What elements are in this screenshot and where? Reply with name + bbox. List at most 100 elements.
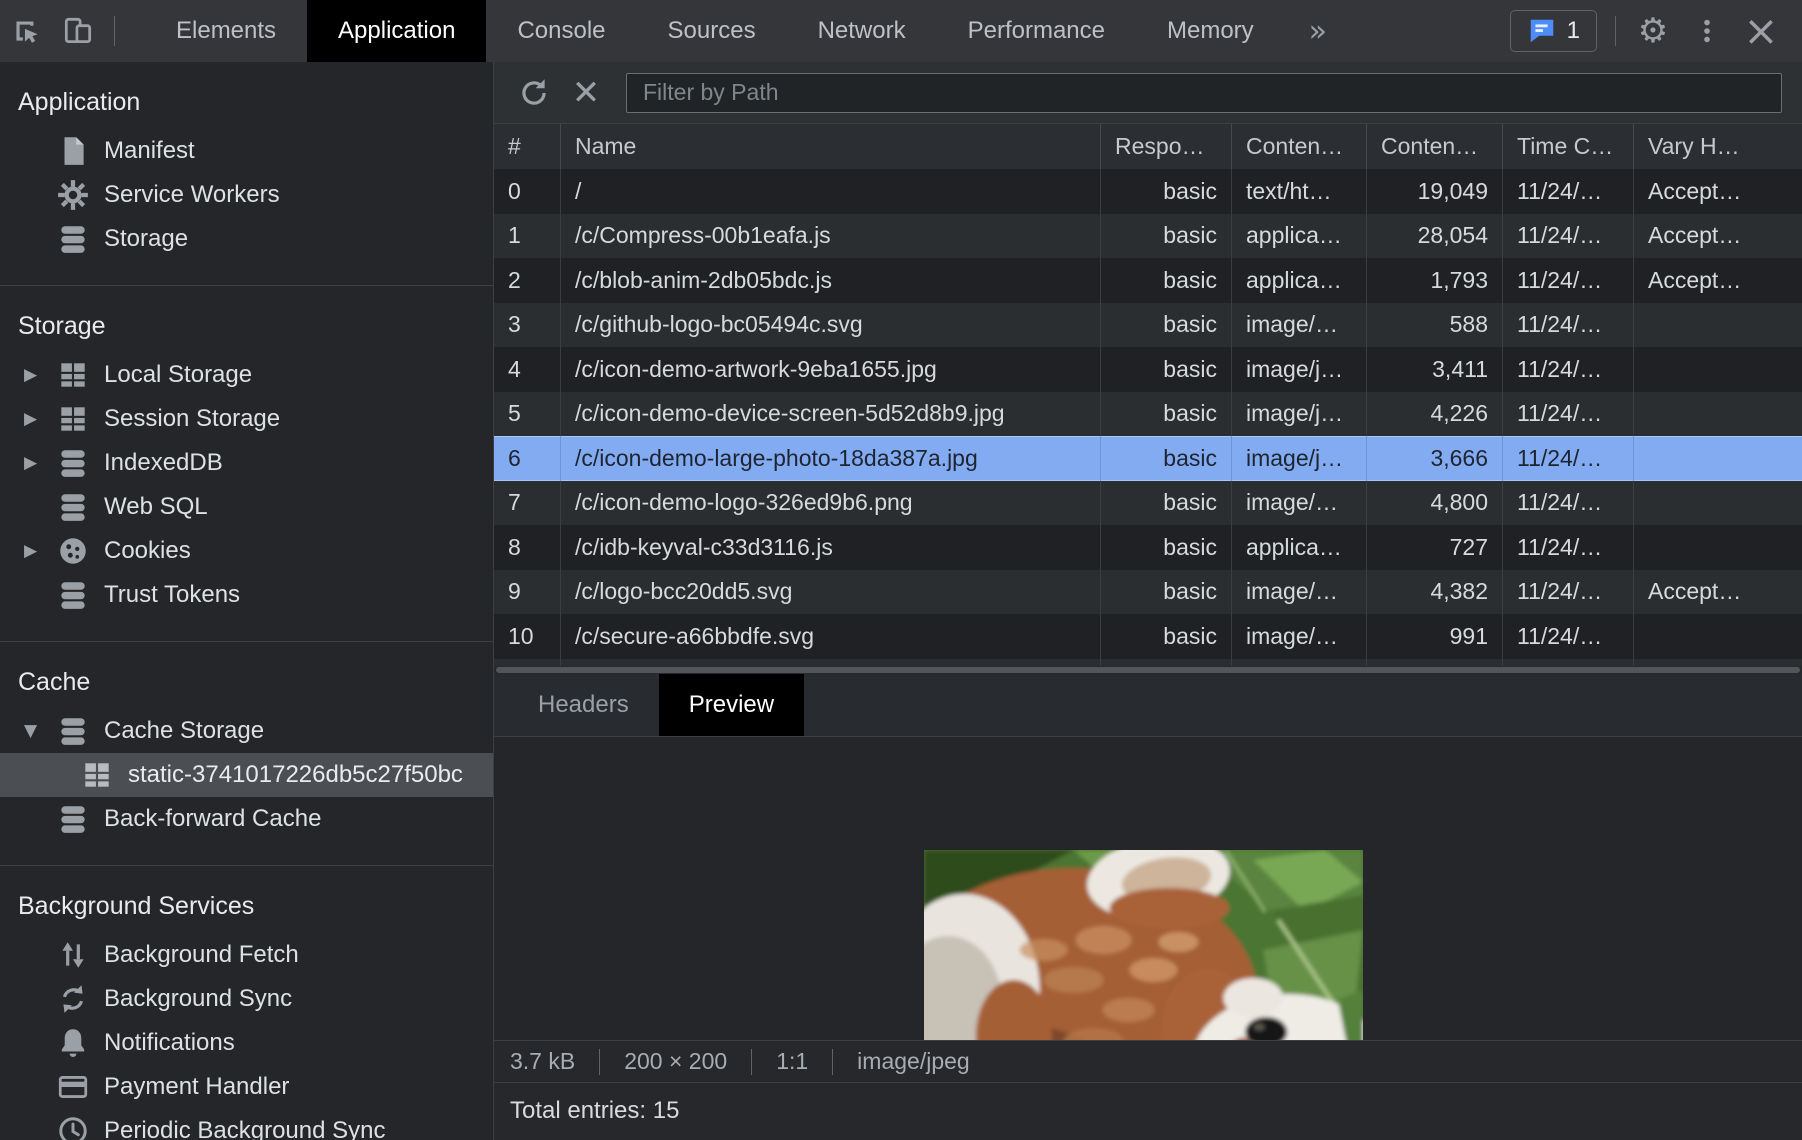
issues-button[interactable]: 1 (1510, 10, 1597, 52)
section-storage: Storage ▶ Local Storage ▶ Session Storag… (0, 286, 493, 642)
tab-application[interactable]: Application (307, 0, 486, 62)
table-row[interactable]: 3 /c/github-logo-bc05494c.svg basic imag… (494, 303, 1802, 348)
document-icon (56, 134, 90, 168)
sidebar-item-trust-tokens[interactable]: Trust Tokens (0, 573, 493, 617)
cell-content-length: 4,800 (1367, 481, 1503, 526)
sidebar-item-notifications[interactable]: Notifications (0, 1021, 493, 1065)
clear-icon[interactable]: ✕ (560, 73, 612, 113)
tab-elements[interactable]: Elements (145, 0, 307, 62)
cell-vary-header (1634, 347, 1802, 392)
table-row[interactable]: 5 /c/icon-demo-device-screen-5d52d8b9.jp… (494, 392, 1802, 437)
status-divider (751, 1049, 752, 1075)
inspect-element-button[interactable] (0, 0, 52, 62)
cell-content-length: 19,049 (1367, 169, 1503, 214)
tab-console[interactable]: Console (486, 0, 636, 62)
cell-content-length: 4,226 (1367, 392, 1503, 437)
sidebar-item-label: Local Storage (104, 361, 252, 389)
table-row-selected[interactable]: 6 /c/icon-demo-large-photo-18da387a.jpg … (494, 436, 1802, 481)
cell-index: 2 (494, 258, 561, 303)
tab-performance[interactable]: Performance (937, 0, 1136, 62)
cell-response-type: basic (1101, 570, 1232, 615)
cell-content-length: 3,666 (1367, 436, 1503, 481)
tab-network[interactable]: Network (787, 0, 937, 62)
table-row[interactable]: 4 /c/icon-demo-artwork-9eba1655.jpg basi… (494, 347, 1802, 392)
sidebar-item-cookies[interactable]: ▶ Cookies (0, 529, 493, 573)
table-row[interactable]: 10 /c/secure-a66bbdfe.svg basic image/… … (494, 614, 1802, 659)
tab-sources[interactable]: Sources (637, 0, 787, 62)
table-row[interactable]: 9 /c/logo-bcc20dd5.svg basic image/… 4,3… (494, 570, 1802, 615)
cell-content-length: 588 (1367, 303, 1503, 348)
scrollbar-thumb[interactable] (496, 667, 1800, 673)
settings-gear-icon[interactable]: ⚙ (1626, 11, 1680, 51)
cell-index: 0 (494, 169, 561, 214)
disclosure-collapsed-icon[interactable]: ▶ (24, 453, 56, 473)
refresh-icon (517, 76, 551, 110)
table-row[interactable]: 11 /c/simple-253b2cd5.svg basic image/… … (494, 659, 1802, 667)
sidebar-item-cache-static[interactable]: static-3741017226db5c27f50bc (0, 753, 493, 797)
sidebar-item-storage[interactable]: Storage (0, 217, 493, 261)
sidebar-item-label: Storage (104, 225, 188, 253)
cell-response-type: basic (1101, 436, 1232, 481)
refresh-button[interactable] (508, 76, 560, 110)
disclosure-collapsed-icon[interactable]: ▶ (24, 409, 56, 429)
cell-vary-header (1634, 392, 1802, 437)
cell-content-length: 377 (1367, 659, 1503, 667)
column-header-index[interactable]: # (494, 124, 561, 169)
database-icon (56, 446, 90, 480)
toolbar-divider (114, 16, 115, 46)
sidebar-item-web-sql[interactable]: Web SQL (0, 485, 493, 529)
toggle-device-toolbar-button[interactable] (52, 0, 104, 62)
close-devtools-icon[interactable]: × (1734, 10, 1788, 52)
filter-by-path-input[interactable] (626, 73, 1782, 113)
sidebar-item-background-sync[interactable]: Background Sync (0, 977, 493, 1021)
cell-index: 8 (494, 525, 561, 570)
table-row[interactable]: 0 / basic text/ht… 19,049 11/24/… Accept… (494, 169, 1802, 214)
horizontal-scrollbar[interactable] (494, 666, 1802, 674)
tab-memory[interactable]: Memory (1136, 0, 1285, 62)
sidebar-item-label: IndexedDB (104, 449, 223, 477)
column-header-vary-header[interactable]: Vary H… (1634, 124, 1802, 169)
sidebar-item-service-workers[interactable]: Service Workers (0, 173, 493, 217)
sidebar-item-payment-handler[interactable]: Payment Handler (0, 1065, 493, 1109)
cell-response-type: basic (1101, 481, 1232, 526)
table-row[interactable]: 2 /c/blob-anim-2db05bdc.js basic applica… (494, 258, 1802, 303)
sidebar-item-cache-storage[interactable]: ▼ Cache Storage (0, 709, 493, 753)
cell-response-type: basic (1101, 614, 1232, 659)
sidebar-item-label: Background Sync (104, 985, 292, 1013)
gear-icon (56, 178, 90, 212)
database-icon (56, 802, 90, 836)
disclosure-collapsed-icon[interactable]: ▶ (24, 365, 56, 385)
column-header-content-length[interactable]: Conten… (1367, 124, 1503, 169)
table-row[interactable]: 8 /c/idb-keyval-c33d3116.js basic applic… (494, 525, 1802, 570)
column-header-time-cached[interactable]: Time C… (1503, 124, 1634, 169)
cell-time-cached: 11/24/… (1503, 258, 1634, 303)
cell-name: /c/Compress-00b1eafa.js (561, 214, 1101, 259)
cell-index: 3 (494, 303, 561, 348)
database-icon (56, 714, 90, 748)
more-tabs-icon[interactable]: » (1285, 0, 1351, 62)
cell-time-cached: 11/24/… (1503, 481, 1634, 526)
disclosure-expanded-icon[interactable]: ▼ (24, 721, 56, 741)
sidebar-item-indexeddb[interactable]: ▶ IndexedDB (0, 441, 493, 485)
tab-headers[interactable]: Headers (508, 674, 659, 736)
sidebar-item-periodic-background-sync[interactable]: Periodic Background Sync (0, 1109, 493, 1140)
sidebar-item-local-storage[interactable]: ▶ Local Storage (0, 353, 493, 397)
database-icon (56, 222, 90, 256)
tab-preview[interactable]: Preview (659, 674, 804, 736)
table-row[interactable]: 7 /c/icon-demo-logo-326ed9b6.png basic i… (494, 481, 1802, 526)
cell-response-type: basic (1101, 347, 1232, 392)
table-row[interactable]: 1 /c/Compress-00b1eafa.js basic applica…… (494, 214, 1802, 259)
disclosure-collapsed-icon[interactable]: ▶ (24, 541, 56, 561)
sidebar-item-manifest[interactable]: Manifest (0, 129, 493, 173)
issues-count: 1 (1567, 17, 1580, 45)
cell-content-type: image/… (1232, 570, 1367, 615)
column-header-name[interactable]: Name (561, 124, 1101, 169)
sidebar-item-session-storage[interactable]: ▶ Session Storage (0, 397, 493, 441)
status-divider (832, 1049, 833, 1075)
more-options-icon[interactable] (1680, 16, 1734, 46)
table-header: # Name Respo… Conten… Conten… Time C… Va… (494, 124, 1802, 169)
column-header-content-type[interactable]: Conten… (1232, 124, 1367, 169)
sidebar-item-back-forward-cache[interactable]: Back-forward Cache (0, 797, 493, 841)
sidebar-item-background-fetch[interactable]: Background Fetch (0, 933, 493, 977)
column-header-response-type[interactable]: Respo… (1101, 124, 1232, 169)
